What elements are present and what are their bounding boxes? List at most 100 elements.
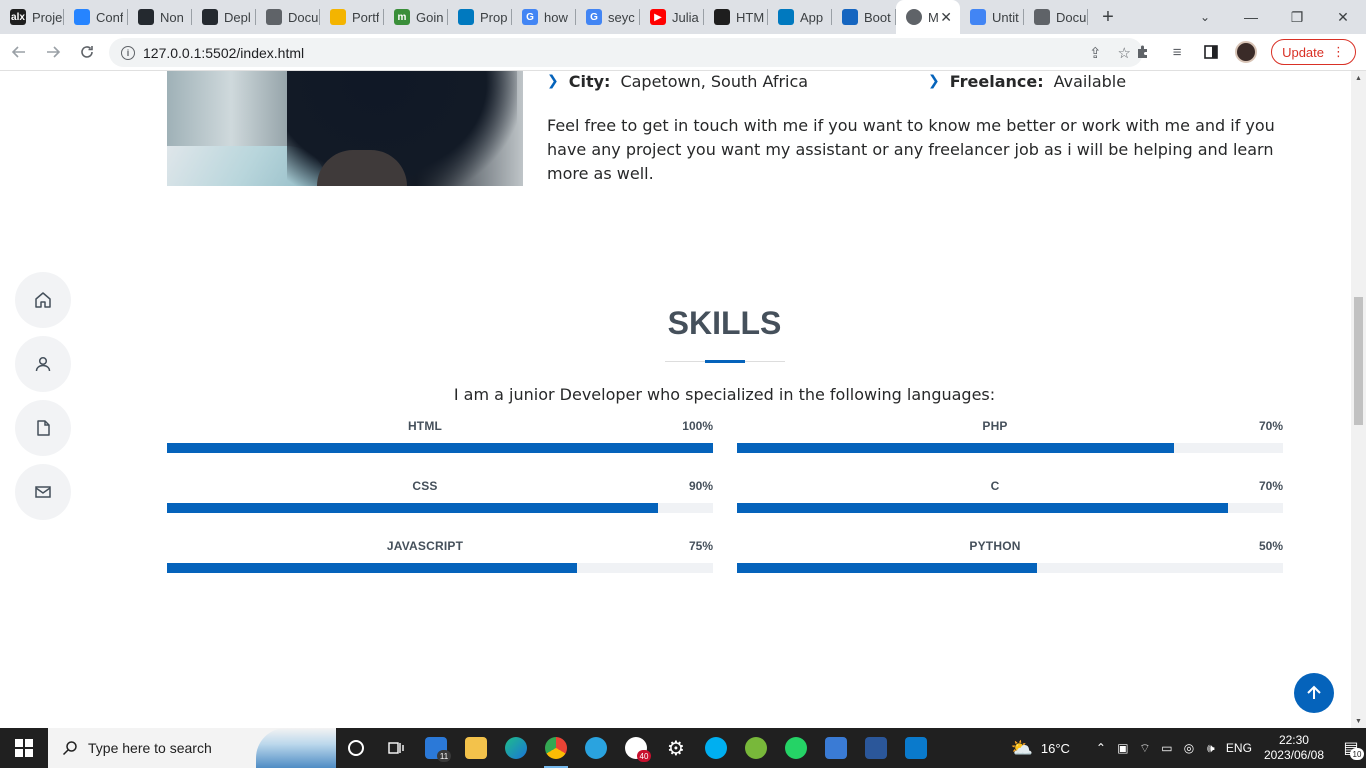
skills-description: I am a junior Developer who specialized … [453,385,996,404]
media-queue-icon[interactable]: ≡ [1167,38,1187,66]
start-button[interactable] [0,728,48,768]
close-window-button[interactable]: ✕ [1320,0,1366,34]
tab-favicon-icon [1034,9,1050,25]
chrome-icon [545,737,567,759]
show-hidden-icons-icon[interactable]: ⌃ [1090,741,1112,755]
tab-favicon-icon [458,9,474,25]
telegram-app[interactable] [576,728,616,768]
whatsapp-icon [785,737,807,759]
task-view-button[interactable] [376,728,416,768]
skill-progress-fill [737,503,1229,513]
tab-favicon-icon [842,9,858,25]
browser-tab[interactable]: Depl [192,0,256,34]
browser-tab[interactable]: m Goin [384,0,448,34]
weather-widget[interactable]: ⛅ 16°C [1010,738,1069,759]
browser-tab[interactable]: Gseyc [576,0,640,34]
title-accent-bar [705,360,745,363]
minimize-button[interactable]: — [1228,0,1274,34]
cortana-icon [348,740,364,756]
browser-tab[interactable]: Conf [64,0,128,34]
profile-avatar[interactable] [1235,41,1258,63]
mail-app[interactable]: 11 [416,728,456,768]
browser-tab[interactable]: Untit [960,0,1024,34]
system-tray: ⛅ 16°C ⌃ ▣ ⌔ ▭ ◎ 🕪 ENG 22:30 2023/06/08 … [1010,728,1366,768]
windows-logo-icon [15,739,33,757]
bookmark-star-icon[interactable]: ☆ [1118,44,1131,62]
skill-name: PHP [982,419,1008,433]
browser-tab[interactable]: Ghow [512,0,576,34]
clock[interactable]: 22:30 2023/06/08 [1264,733,1324,763]
page-scrollbar[interactable]: ▲ ▼ [1351,71,1366,728]
skill-progress-fill [167,443,713,453]
back-button[interactable] [4,37,34,67]
taskbar-search[interactable]: Type here to search [48,728,336,768]
browser-tab[interactable]: Docu [256,0,320,34]
whatsapp-app[interactable] [776,728,816,768]
browser-tab[interactable]: alx Proje [0,0,64,34]
tab-title: Depl [224,9,251,25]
browser-tab-active[interactable]: M ✕ [896,0,960,34]
nav-resume-button[interactable] [15,400,71,456]
skype-icon [705,737,727,759]
reload-button[interactable] [72,37,102,67]
browser-tab[interactable]: ▶ Julia [640,0,704,34]
tab-title: Boot [864,9,891,25]
browser-tab[interactable]: Docu [1024,0,1088,34]
new-tab-button[interactable]: + [1092,6,1124,29]
skill-percent: 50% [1258,539,1283,553]
notification-center-button[interactable]: ▤ 10 [1336,728,1366,768]
site-info-icon[interactable]: i [121,45,135,60]
browser-tab[interactable]: App [768,0,832,34]
word-app[interactable] [856,728,896,768]
edge-icon [505,737,527,759]
browser-tab[interactable]: HTM [704,0,768,34]
tab-title: HTM [736,9,765,25]
meet-now-icon[interactable]: ◎ [1178,741,1200,755]
tab-title: App [800,9,824,25]
close-tab-icon[interactable]: ✕ [940,9,952,26]
cortana-button[interactable] [336,728,376,768]
slack-app[interactable]: 40 [616,728,656,768]
wifi-icon[interactable]: ⌔ [1134,741,1156,756]
extensions-icon[interactable] [1133,38,1153,66]
mail-badge: 11 [437,750,451,762]
tab-search-chevron-icon[interactable]: ⌄ [1192,0,1218,34]
tab-favicon-icon: ▶ [650,9,666,25]
chrome-app[interactable] [536,728,576,768]
skill-item: JAVASCRIPT 75% [167,539,713,579]
skype-app[interactable] [696,728,736,768]
utorrent-app[interactable] [736,728,776,768]
share-icon[interactable]: ⇪ [1089,44,1102,62]
browser-tab[interactable]: Prop [448,0,512,34]
update-button[interactable]: Update ⋮ [1271,39,1356,65]
globe-icon [906,9,922,25]
photos-app[interactable] [816,728,856,768]
tab-favicon-icon [74,9,90,25]
settings-app[interactable]: ⚙ [656,728,696,768]
scroll-down-arrow-icon[interactable]: ▼ [1351,714,1366,728]
nav-contact-button[interactable] [15,464,71,520]
file-explorer-app[interactable] [456,728,496,768]
address-bar[interactable]: i 127.0.0.1:5502/index.html ⇪ ☆ [109,38,1143,67]
browser-tab[interactable]: Non [128,0,192,34]
clock-date: 2023/06/08 [1263,748,1324,762]
skills-title: SKILLS [667,305,782,341]
side-panel-icon[interactable] [1201,38,1221,66]
browser-tab[interactable]: Boot [832,0,896,34]
scroll-up-arrow-icon[interactable]: ▲ [1351,71,1366,85]
volume-icon[interactable]: 🕪 [1200,741,1222,756]
restore-button[interactable]: ❐ [1274,0,1320,34]
vscode-app[interactable] [896,728,936,768]
nav-about-button[interactable] [15,336,71,392]
back-to-top-button[interactable] [1294,673,1334,713]
forward-button[interactable] [38,37,68,67]
browser-tab[interactable]: Portf [320,0,384,34]
battery-icon[interactable]: ▭ [1156,741,1178,755]
language-indicator[interactable]: ENG [1222,741,1256,755]
window-controls: — ❐ ✕ [1228,0,1366,34]
edge-app[interactable] [496,728,536,768]
tab-title: seyc [608,9,635,25]
skill-percent: 100% [682,419,713,433]
battery-saver-icon[interactable]: ▣ [1112,741,1134,755]
scrollbar-thumb[interactable] [1354,297,1363,425]
